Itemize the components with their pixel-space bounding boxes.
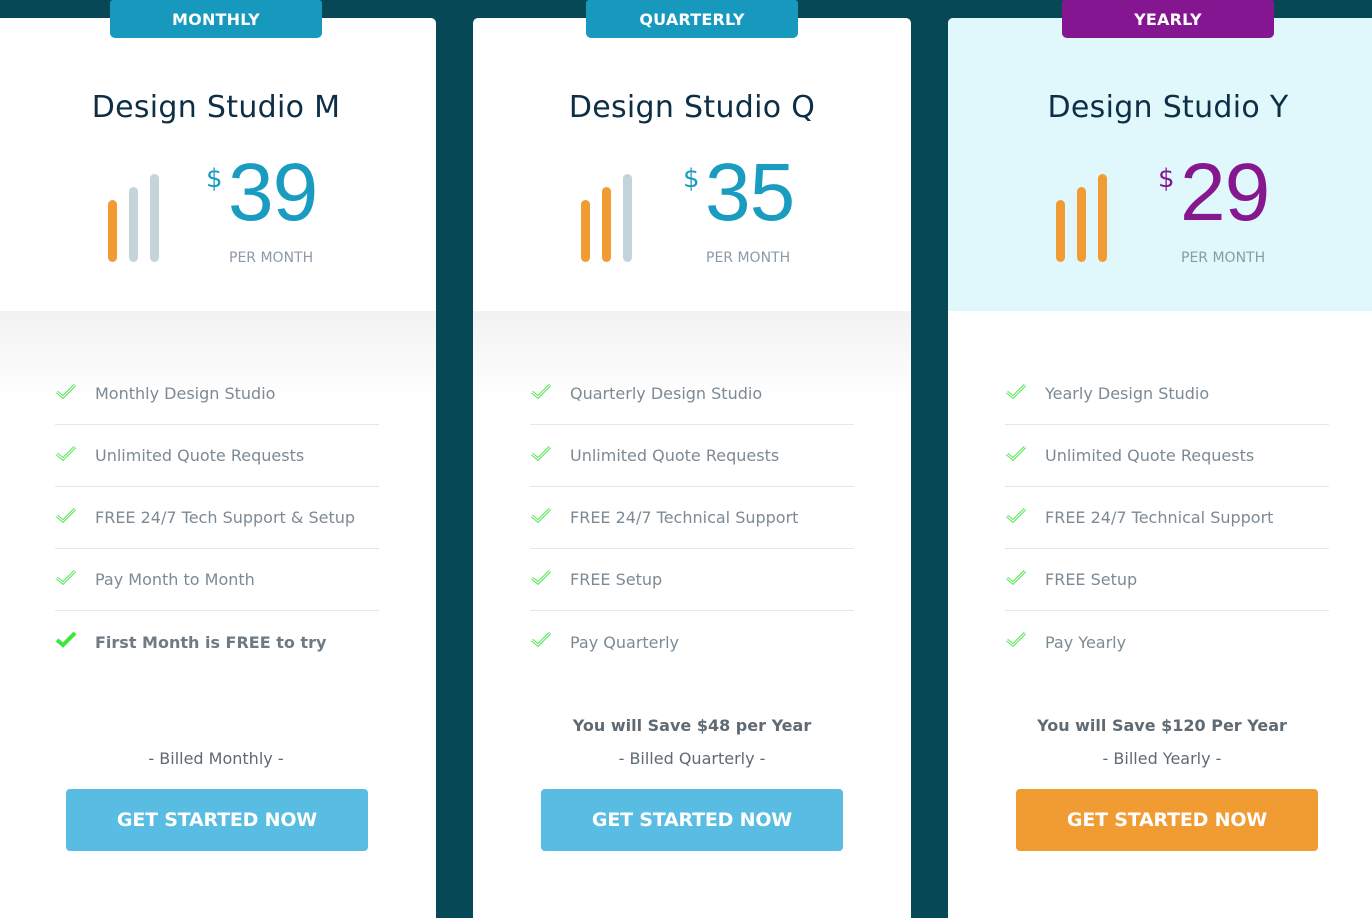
price-period: PER MONTH: [229, 250, 314, 266]
feature-item: Yearly Design Studio: [1005, 363, 1329, 425]
feature-item: FREE 24/7 Tech Support & Setup: [55, 487, 379, 549]
check-icon: [1005, 506, 1027, 524]
check-icon: [1005, 444, 1027, 462]
get-started-button[interactable]: GET STARTED NOW: [66, 789, 368, 851]
tier-bar: [1098, 174, 1107, 262]
feature-item: Unlimited Quote Requests: [530, 425, 854, 487]
tier-bar: [1077, 187, 1086, 262]
feature-text: Monthly Design Studio: [95, 384, 276, 403]
check-icon: [1005, 382, 1027, 400]
get-started-button[interactable]: GET STARTED NOW: [541, 789, 843, 851]
plan-title: Design Studio Y: [1047, 90, 1289, 125]
check-icon: [55, 506, 77, 524]
feature-item: Monthly Design Studio: [55, 363, 379, 425]
check-icon: [530, 382, 552, 400]
tier-bar: [1056, 200, 1065, 262]
price-period: PER MONTH: [706, 250, 791, 266]
plan-title: Design Studio Q: [568, 90, 816, 125]
feature-text: Yearly Design Studio: [1045, 384, 1210, 403]
tier-bar: [602, 187, 611, 262]
check-icon: [1005, 630, 1027, 648]
feature-item: Unlimited Quote Requests: [55, 425, 379, 487]
tier-bar: [108, 200, 117, 262]
tier-bar: [623, 174, 632, 262]
tier-bars-icon: [1056, 174, 1107, 262]
feature-item: First Month is FREE to try: [55, 611, 379, 673]
savings-text: You will Save $48 per Year: [572, 716, 812, 735]
feature-item: FREE Setup: [1005, 549, 1329, 611]
feature-item: FREE 24/7 Technical Support: [530, 487, 854, 549]
feature-text: Unlimited Quote Requests: [1045, 446, 1255, 465]
feature-list: Quarterly Design Studio Unlimited Quote R…: [530, 363, 854, 673]
price-amount: 39: [228, 147, 318, 238]
tier-bar: [581, 200, 590, 262]
feature-list: Yearly Design Studio Unlimited Quote Requ…: [1005, 363, 1329, 673]
billing-text: - Billed Monthly -: [148, 749, 284, 768]
card-header: QUARTERLY Design Studio Q $ 35 PER MONTH: [473, 0, 911, 311]
pricing-card-yearly: YEARLY Design Studio Y $ 29 PER MONTH Ye…: [948, 0, 1372, 918]
plan-badge: YEARLY: [1062, 0, 1274, 38]
card-header: YEARLY Design Studio Y $ 29 PER MONTH: [948, 0, 1372, 311]
feature-text: Unlimited Quote Requests: [95, 446, 305, 465]
feature-text: FREE 24/7 Technical Support: [1045, 508, 1274, 527]
price-amount: 35: [705, 147, 795, 238]
plan-badge: MONTHLY: [110, 0, 322, 38]
feature-item: Pay Quarterly: [530, 611, 854, 673]
feature-text: FREE Setup: [1045, 570, 1138, 589]
billing-text: - Billed Quarterly -: [618, 749, 766, 768]
plan-title: Design Studio M: [91, 90, 341, 125]
feature-item: Quarterly Design Studio: [530, 363, 854, 425]
check-icon: [1005, 568, 1027, 586]
get-started-button[interactable]: GET STARTED NOW: [1016, 789, 1318, 851]
feature-text: Pay Yearly: [1045, 632, 1127, 652]
tier-bar: [150, 174, 159, 262]
feature-text: FREE 24/7 Tech Support & Setup: [95, 508, 356, 527]
feature-item: FREE Setup: [530, 549, 854, 611]
price-currency: $: [683, 164, 700, 194]
tier-bar: [129, 187, 138, 262]
feature-text: Pay Quarterly: [570, 632, 680, 652]
feature-text: Pay Month to Month: [95, 570, 255, 589]
check-icon: [55, 630, 77, 648]
feature-text: Quarterly Design Studio: [570, 384, 763, 403]
feature-text: First Month is FREE to try: [95, 632, 327, 652]
check-icon: [530, 444, 552, 462]
check-icon: [530, 630, 552, 648]
card-header: MONTHLY Design Studio M $ 39 PER MONTH: [0, 0, 436, 311]
feature-item: Pay Yearly: [1005, 611, 1329, 673]
price-period: PER MONTH: [1181, 250, 1266, 266]
check-icon: [55, 382, 77, 400]
check-icon: [530, 568, 552, 586]
feature-item: Pay Month to Month: [55, 549, 379, 611]
check-icon: [55, 568, 77, 586]
pricing-card-quarterly: QUARTERLY Design Studio Q $ 35 PER MONTH…: [473, 0, 911, 918]
feature-item: FREE 24/7 Technical Support: [1005, 487, 1329, 549]
tier-bars-icon: [581, 174, 632, 262]
feature-item: Unlimited Quote Requests: [1005, 425, 1329, 487]
price-currency: $: [1158, 164, 1175, 194]
plan-badge: QUARTERLY: [586, 0, 798, 38]
price-currency: $: [206, 164, 223, 194]
price-amount: 29: [1180, 147, 1270, 238]
feature-list: Monthly Design Studio Unlimited Quote Req…: [55, 363, 379, 673]
check-icon: [55, 444, 77, 462]
feature-text: FREE 24/7 Technical Support: [570, 508, 799, 527]
savings-text: You will Save $120 Per Year: [1037, 716, 1287, 735]
tier-bars-icon: [108, 174, 159, 262]
pricing-card-monthly: MONTHLY Design Studio M $ 39 PER MONTH M…: [0, 0, 436, 918]
check-icon: [530, 506, 552, 524]
billing-text: - Billed Yearly -: [1102, 749, 1222, 768]
feature-text: Unlimited Quote Requests: [570, 446, 780, 465]
feature-text: FREE Setup: [570, 570, 663, 589]
